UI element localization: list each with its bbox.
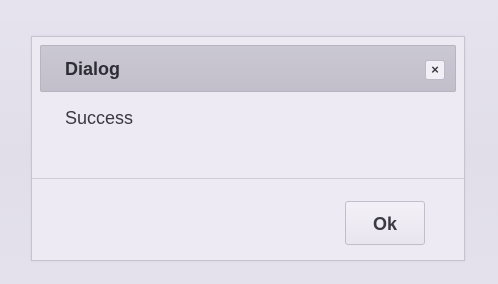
dialog-titlebar[interactable]: Dialog × (40, 45, 456, 92)
close-icon[interactable]: × (425, 60, 445, 80)
dialog-divider (32, 178, 464, 179)
dialog-message: Success (65, 108, 134, 128)
dialog-title: Dialog (65, 59, 121, 79)
ok-button[interactable]: Ok (345, 201, 425, 245)
dialog-window: Dialog × Success Ok (31, 36, 465, 261)
